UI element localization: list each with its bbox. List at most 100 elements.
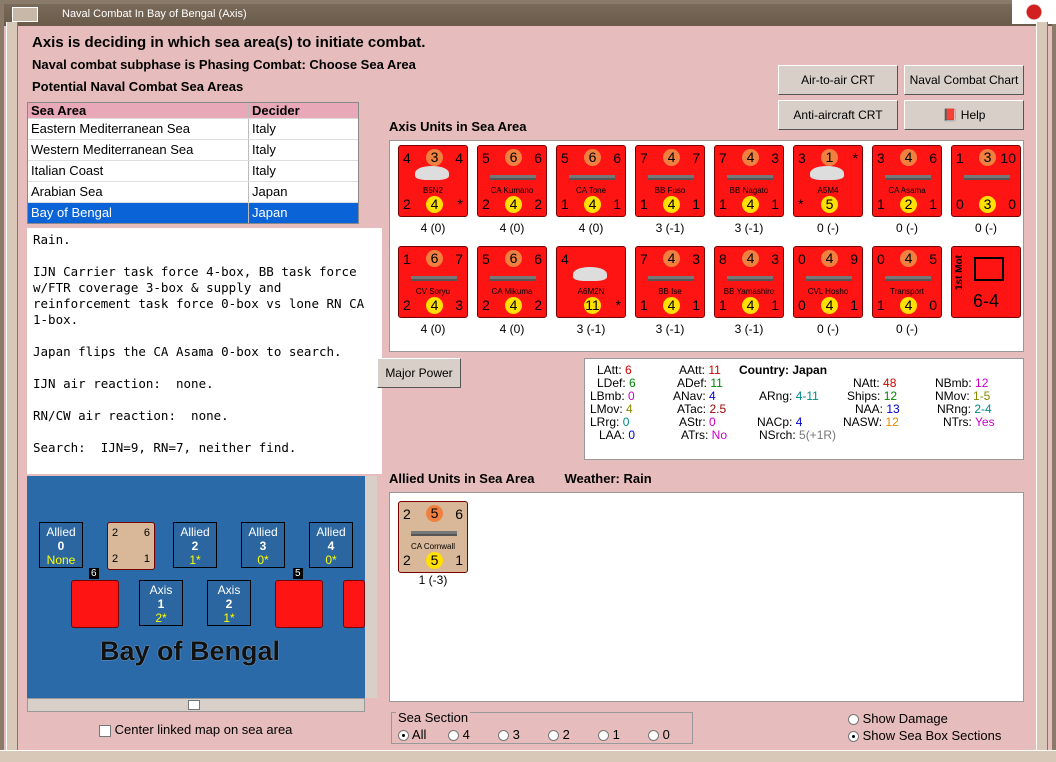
allied-box-3[interactable]: Allied 3 0* xyxy=(241,522,285,568)
corps-label: 1st Mot xyxy=(954,255,965,290)
show-boxes-option[interactable]: Show Sea Box Sections xyxy=(848,728,1001,743)
unit-counter[interactable]: 7 4 3 1 4 1 BB Nagato xyxy=(714,145,784,217)
col-sea-area[interactable]: Sea Area xyxy=(28,103,249,118)
stat-bc: 4 xyxy=(663,297,680,314)
stat-br: 0 xyxy=(929,297,937,313)
sea-option-3[interactable]: 3 xyxy=(498,727,520,742)
stack-count: 6 xyxy=(89,568,99,579)
axis-box-2[interactable]: Axis 2 1* xyxy=(207,580,251,626)
stat-bl: 1 xyxy=(877,196,885,212)
stat-value: 0 xyxy=(709,415,716,429)
unit-counter-cornwall[interactable]: 2 5 6 CA Cornwall 2 5 1 xyxy=(398,501,468,573)
allied-units-panel: 2 5 6 CA Cornwall 2 5 1 1 (-3) xyxy=(389,492,1024,702)
stat-bc: 4 xyxy=(663,196,680,213)
stat-tr: 3 xyxy=(692,251,700,267)
sea-option-0[interactable]: 0 xyxy=(648,727,670,742)
sea-area-map[interactable]: Allied 0 None 2621 Allied 2 1* Allied 3 0* All… xyxy=(27,476,377,698)
unit-stats-panel: LAtt: 6 LDef: 6 LBmb: 0 LMov: 4 LRrg: 0 … xyxy=(584,358,1024,460)
asama-map-counter[interactable] xyxy=(71,580,119,628)
axis-box-1[interactable]: Axis 1 2* xyxy=(139,580,183,626)
stat-tl: 0 xyxy=(798,251,806,267)
stat-ntrs: NTrs: Yes xyxy=(943,415,995,429)
table-header: Sea Area Decider xyxy=(28,103,358,118)
stat-bl: 2 xyxy=(482,196,490,212)
option-label: 1 xyxy=(612,727,620,742)
unit-counter[interactable]: 3 1 * * 5 A5M4 xyxy=(793,145,863,217)
radio-icon[interactable] xyxy=(548,730,559,742)
unit-counter[interactable]: 1 3 10 0 3 0 xyxy=(951,145,1021,217)
col-decider[interactable]: Decider xyxy=(249,103,358,118)
table-row[interactable]: Eastern Mediterranean Sea Italy xyxy=(28,118,358,139)
map-hscroll[interactable] xyxy=(27,698,365,712)
stat-br: 1 xyxy=(771,196,779,212)
ship-icon xyxy=(490,276,536,281)
stat-bl: 1 xyxy=(719,297,727,313)
unit-counter[interactable]: 4 3 4 2 4 * B5N2 xyxy=(398,145,468,217)
radio-icon[interactable] xyxy=(498,730,509,742)
table-row[interactable]: Arabian Sea Japan xyxy=(28,181,358,202)
major-power-button[interactable]: Major Power xyxy=(377,358,461,388)
ship-icon xyxy=(727,175,773,180)
unit-counter[interactable]: 1 6 7 2 4 3 CV Soryu xyxy=(398,246,468,318)
sea-option-all[interactable]: All xyxy=(398,727,426,742)
allied-units-label: Allied Units in Sea Area Weather: Rain xyxy=(389,471,652,486)
stat-bc: 2 xyxy=(900,196,917,213)
unit-counter[interactable]: 8 4 3 1 4 1 BB Yamashiro xyxy=(714,246,784,318)
unit-counter[interactable]: 7 4 7 1 4 1 BB Fuso xyxy=(635,145,705,217)
table-row[interactable]: Italian Coast Italy xyxy=(28,160,358,181)
unit-counter[interactable]: 6-4 1st Mot xyxy=(951,246,1021,318)
table-row[interactable]: Western Mediterranean Sea Italy xyxy=(28,139,358,160)
stat-tl: 4 xyxy=(561,251,569,267)
partial-map-counter[interactable] xyxy=(343,580,365,628)
sea-option-2[interactable]: 2 xyxy=(548,727,570,742)
radio-icon[interactable] xyxy=(648,730,659,742)
radio-icon[interactable] xyxy=(598,730,609,742)
unit-counter[interactable]: 4 11 * A6M2N xyxy=(556,246,626,318)
stat-tr: 3 xyxy=(771,150,779,166)
hscroll-thumb[interactable] xyxy=(188,700,200,710)
unit-counter[interactable]: 5 6 6 2 4 2 CA Mikuma xyxy=(477,246,547,318)
unit-counter[interactable]: 0 4 9 0 4 1 CVL Hosho xyxy=(793,246,863,318)
help-button[interactable]: 📕 Help xyxy=(904,100,1024,130)
cell: Eastern Mediterranean Sea xyxy=(28,119,249,139)
stat-bc: 5 xyxy=(821,196,838,213)
stat-lbmb: LBmb: 0 xyxy=(590,389,635,403)
allied-box-0[interactable]: Allied 0 None xyxy=(39,522,83,568)
unit-counter[interactable]: 5 6 6 1 4 1 CA Tone xyxy=(556,145,626,217)
unit-counter[interactable]: 3 4 6 1 2 1 CA Asama xyxy=(872,145,942,217)
stat-value: 0 xyxy=(622,415,630,429)
allied-box-4[interactable]: Allied 4 0* xyxy=(309,522,353,568)
stat-value: 4 xyxy=(709,389,716,403)
table-row-selected[interactable]: Bay of Bengal Japan xyxy=(28,202,358,223)
sea-option-1[interactable]: 1 xyxy=(598,727,620,742)
infantry-symbol-icon xyxy=(974,257,1004,281)
center-map-checkbox[interactable] xyxy=(99,724,111,737)
unit-counter[interactable]: 0 4 5 1 4 0 Transport xyxy=(872,246,942,318)
sea-option-4[interactable]: 4 xyxy=(448,727,470,742)
anti-aircraft-crt-button[interactable]: Anti-aircraft CRT xyxy=(778,100,898,130)
radio-icon[interactable] xyxy=(848,731,859,743)
stat-tc: 6 xyxy=(584,149,601,166)
unit-caption: 0 (-) xyxy=(896,322,918,336)
cell: Italy xyxy=(252,121,276,136)
stat-ldef: LDef: 6 xyxy=(597,376,636,390)
air-to-air-crt-button[interactable]: Air-to-air CRT xyxy=(778,65,898,95)
stat-aatt: AAtt: 11 xyxy=(679,363,721,377)
radio-icon[interactable] xyxy=(848,714,859,726)
show-damage-option[interactable]: Show Damage xyxy=(848,711,948,726)
stat-bl: 2 xyxy=(403,297,411,313)
system-menu-icon[interactable] xyxy=(12,7,38,22)
allied-box-2[interactable]: Allied 2 1* xyxy=(173,522,217,568)
radio-icon[interactable] xyxy=(448,730,459,742)
naval-combat-chart-button[interactable]: Naval Combat Chart xyxy=(904,65,1024,95)
map-vscroll[interactable] xyxy=(365,476,377,698)
unit-counter[interactable]: 5 6 6 2 4 2 CA Kumano xyxy=(477,145,547,217)
center-map-option[interactable]: Center linked map on sea area xyxy=(99,722,292,737)
cornwall-map-counter[interactable]: 2 6 2 1 xyxy=(107,522,155,570)
title-bar[interactable]: Naval Combat In Bay of Bengal (Axis) xyxy=(4,4,1052,26)
stat-tc: 4 xyxy=(900,149,917,166)
a6m2n-map-counter[interactable] xyxy=(275,580,323,628)
radio-icon[interactable] xyxy=(398,730,409,742)
box-num: 2 xyxy=(225,597,233,611)
unit-counter[interactable]: 7 4 3 1 4 1 BB Ise xyxy=(635,246,705,318)
